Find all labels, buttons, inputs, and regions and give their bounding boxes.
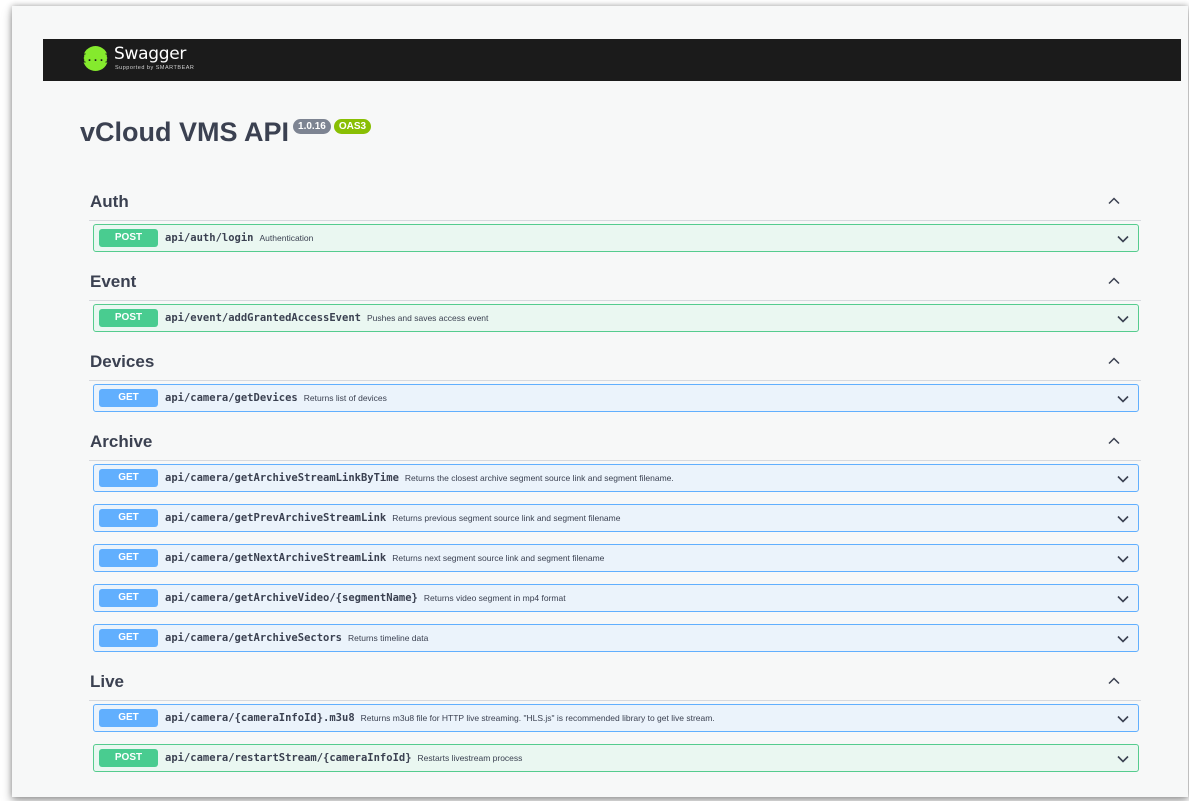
operation-summary: Returns list of devices <box>303 393 387 403</box>
operation-summary: Pushes and saves access event <box>366 313 489 323</box>
chevron-down-icon[interactable] <box>1116 472 1130 486</box>
chevron-down-icon[interactable] <box>1116 392 1130 406</box>
chevron-up-icon[interactable] <box>1107 434 1121 448</box>
chevron-down-icon[interactable] <box>1116 232 1130 246</box>
chevron-down-icon[interactable] <box>1116 752 1130 766</box>
operation-row[interactable]: GET api/camera/{cameraInfoId}.m3u8 Returns… <box>93 704 1139 732</box>
tag-name: Event <box>90 272 137 291</box>
operation-path: api/camera/getNextArchiveStreamLink <box>165 552 387 564</box>
chevron-up-icon[interactable] <box>1107 194 1121 208</box>
operation-row[interactable]: POST api/auth/login Authentication <box>93 224 1139 252</box>
operation-path-group: api/camera/restartStream/{cameraInfoId} R… <box>165 752 522 764</box>
operation-path-group: api/camera/getPrevArchiveStreamLink Retur… <box>165 512 620 524</box>
tag-header[interactable]: Archive <box>89 424 1141 461</box>
method-badge: POST <box>99 309 158 327</box>
operation-summary: Returns the closest archive segment sour… <box>404 473 674 483</box>
operation-path-group: api/auth/login Authentication <box>165 232 313 244</box>
operation-path-group: api/camera/getArchiveVideo/{segmentName}… <box>165 592 566 604</box>
swagger-logo-icon[interactable]: {...} <box>80 46 111 71</box>
tag-name: Devices <box>90 352 155 371</box>
chevron-down-icon[interactable] <box>1116 712 1130 726</box>
swagger-logo-text[interactable]: Swagger <box>114 44 186 64</box>
operation-row[interactable]: POST api/camera/restartStream/{cameraInfo… <box>93 744 1139 772</box>
operation-summary: Authentication <box>259 233 314 243</box>
operation-row[interactable]: GET api/camera/getDevices Returns list of … <box>93 384 1139 412</box>
method-badge: GET <box>99 589 158 607</box>
api-info: vCloud VMS API 1.0.16 OAS3 <box>80 114 372 150</box>
smartbear-subtext: Supported by SMARTBEAR <box>115 65 195 71</box>
operation-path-group: api/camera/getArchiveStreamLinkByTime Ret… <box>165 472 674 484</box>
browser-window: {...} Swagger Supported by SMARTBEAR vCl… <box>12 6 1188 797</box>
operation-row[interactable]: GET api/camera/getArchiveSectors Returns t… <box>93 624 1139 652</box>
operation-path-group: api/camera/{cameraInfoId}.m3u8 Returns m3… <box>165 712 715 724</box>
operation-path: api/camera/getArchiveSectors <box>165 632 343 644</box>
method-badge: GET <box>99 709 158 727</box>
operation-path: api/camera/{cameraInfoId}.m3u8 <box>165 712 355 724</box>
oas-badge: OAS3 <box>333 119 372 134</box>
operation-path: api/camera/restartStream/{cameraInfoId} <box>165 752 412 764</box>
operation-path-group: api/camera/getDevices Returns list of dev… <box>165 392 387 404</box>
operation-path-group: api/camera/getArchiveSectors Returns time… <box>165 632 428 644</box>
method-badge: GET <box>99 629 158 647</box>
version-badge: 1.0.16 <box>293 119 331 134</box>
operation-row[interactable]: GET api/camera/getArchiveVideo/{segmentNa… <box>93 584 1139 612</box>
operation-row[interactable]: GET api/camera/getNextArchiveStreamLink Re… <box>93 544 1139 572</box>
operation-path-group: api/camera/getNextArchiveStreamLink Retur… <box>165 552 604 564</box>
chevron-down-icon[interactable] <box>1116 552 1130 566</box>
operation-summary: Returns timeline data <box>348 633 429 643</box>
operation-path: api/event/addGrantedAccessEvent <box>165 312 361 324</box>
tag-header[interactable]: Event <box>89 264 1141 301</box>
operation-row[interactable]: GET api/camera/getPrevArchiveStreamLink Re… <box>93 504 1139 532</box>
operation-row[interactable]: POST api/event/addGrantedAccessEvent Pushe… <box>93 304 1139 332</box>
tag-header[interactable]: Live <box>89 664 1141 701</box>
operation-summary: Returns next segment source link and seg… <box>392 553 605 563</box>
tag-name: Auth <box>90 192 129 211</box>
api-title: vCloud VMS API <box>80 117 290 147</box>
method-badge: POST <box>99 749 158 767</box>
operation-summary: Returns m3u8 file for HTTP live streamin… <box>360 713 715 723</box>
operation-path: api/camera/getPrevArchiveStreamLink <box>165 512 387 524</box>
operation-summary: Restarts livestream process <box>417 753 523 763</box>
operation-row[interactable]: GET api/camera/getArchiveStreamLinkByTime… <box>93 464 1139 492</box>
operation-path: api/camera/getArchiveVideo/{segmentName} <box>165 592 418 604</box>
chevron-up-icon[interactable] <box>1107 674 1121 688</box>
chevron-down-icon[interactable] <box>1116 632 1130 646</box>
operation-summary: Returns video segment in mp4 format <box>423 593 566 603</box>
method-badge: GET <box>99 389 158 407</box>
tag-name: Archive <box>90 432 153 451</box>
operation-summary: Returns previous segment source link and… <box>392 513 621 523</box>
chevron-down-icon[interactable] <box>1116 512 1130 526</box>
swagger-topbar: {...} Swagger Supported by SMARTBEAR <box>43 39 1181 81</box>
chevron-up-icon[interactable] <box>1107 354 1121 368</box>
chevron-down-icon[interactable] <box>1116 312 1130 326</box>
operation-path: api/camera/getArchiveStreamLinkByTime <box>165 472 399 484</box>
method-badge: POST <box>99 229 158 247</box>
chevron-down-icon[interactable] <box>1116 592 1130 606</box>
tag-header[interactable]: Devices <box>89 344 1141 381</box>
operation-path-group: api/event/addGrantedAccessEvent Pushes an… <box>165 312 488 324</box>
method-badge: GET <box>99 469 158 487</box>
chevron-up-icon[interactable] <box>1107 274 1121 288</box>
method-badge: GET <box>99 549 158 567</box>
method-badge: GET <box>99 509 158 527</box>
operation-path: api/auth/login <box>165 232 254 244</box>
tag-header[interactable]: Auth <box>89 184 1141 221</box>
operation-path: api/camera/getDevices <box>165 392 298 404</box>
tag-name: Live <box>90 672 125 691</box>
